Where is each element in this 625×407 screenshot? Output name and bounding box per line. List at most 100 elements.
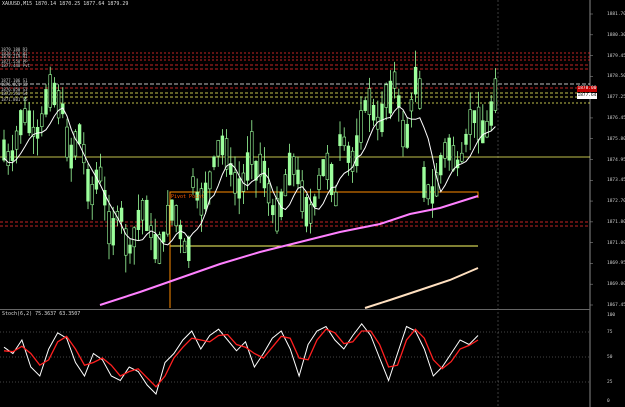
candle-body (304, 197, 309, 227)
candle-body (392, 71, 397, 89)
price-tick-label: 1878.50 (607, 74, 625, 80)
candle-body (371, 104, 376, 121)
pivot-point-label: Pivot Point (171, 194, 205, 200)
candle-body (426, 184, 430, 200)
candle-body (355, 135, 359, 167)
candle-body (27, 110, 31, 134)
oscillator-tick-label: 25 (607, 380, 613, 385)
candle-body (300, 180, 304, 212)
candle-body (199, 188, 204, 216)
candle-body (380, 103, 384, 133)
candle-body (325, 152, 330, 180)
long-moving-average (364, 267, 479, 309)
pivot-level-label: 1877.448 Pvt (1, 63, 30, 68)
candle-body (208, 171, 212, 190)
oscillator-tick-label: 0 (607, 399, 610, 404)
price-tick-label: 1876.45 (607, 115, 625, 121)
candle-body (388, 80, 393, 114)
candle-body (430, 186, 435, 204)
candle-body (40, 113, 44, 127)
candle-body (346, 145, 351, 163)
candle-body (14, 130, 19, 150)
oscillator-tick-label: 75 (607, 330, 613, 335)
candle-body (237, 178, 241, 199)
candle-body (334, 191, 338, 207)
candle-body (271, 205, 275, 216)
candle-body (313, 196, 317, 208)
candle-body (203, 182, 208, 210)
candle-body (359, 110, 363, 143)
candle-body (174, 205, 178, 227)
candle-body (258, 153, 262, 177)
candle-body (65, 126, 69, 158)
candle-body (10, 150, 15, 161)
candle-body (19, 110, 23, 136)
price-tick-label: 1867.45 (607, 303, 625, 308)
candle-body (23, 108, 27, 123)
candle-body (140, 200, 145, 221)
price-tick-label: 1879.45 (607, 53, 625, 59)
candle-body (489, 101, 493, 126)
candle-body (287, 152, 292, 186)
candle-body (405, 123, 409, 148)
candle-body (384, 84, 388, 108)
price-tick-label: 1875.80 (607, 136, 625, 142)
fast-moving-average (3, 105, 496, 246)
price-tick-label: 1872.70 (607, 199, 625, 205)
candle-body (6, 151, 10, 166)
candle-body (338, 134, 342, 147)
candle-body (266, 183, 271, 204)
stochastic-line-main (3, 322, 479, 395)
price-tick-label: 1880.30 (607, 32, 625, 38)
pane-separator (0, 309, 590, 310)
candle-body (296, 169, 300, 185)
candle-body (283, 174, 288, 197)
price-tick-label: 1873.45 (607, 178, 625, 184)
candle-body (119, 207, 124, 222)
candle-body (464, 133, 468, 145)
candle-body (245, 152, 250, 181)
candle-body (212, 156, 216, 168)
candle-body (409, 99, 414, 112)
candle-body (132, 227, 136, 248)
candle-body (317, 174, 321, 190)
pivot-level-label: 1871.801 S5 (1, 97, 28, 102)
stochastic-line-signal (3, 328, 479, 388)
oscillator-tick-label: 100 (607, 313, 616, 318)
candle-body (220, 135, 225, 156)
candle-body (128, 244, 132, 254)
price-tick-label: 1877.25 (607, 95, 625, 101)
candle-body (308, 204, 313, 224)
candle-body (292, 156, 296, 175)
candle-body (56, 90, 61, 119)
chart-window: XAUUSD,M15 1870.14 1870.25 1877.64 1879.… (0, 0, 625, 407)
candle-body (182, 240, 187, 253)
candle-body (447, 137, 451, 161)
candle-body (468, 109, 472, 135)
price-badge-bid: 1878.00 (577, 86, 597, 92)
price-tick-label: 1881.70 (607, 12, 625, 17)
candle-body (161, 231, 166, 243)
price-badge-ask: 1877.64 (577, 93, 597, 99)
candle-body (187, 236, 191, 262)
candle-body (191, 176, 195, 188)
candle-body (48, 74, 52, 108)
candle-body (329, 163, 334, 196)
candle-body (145, 199, 149, 231)
pivot-level-label: 1872.550 S4 (1, 91, 28, 96)
candle-body (342, 136, 346, 147)
candle-body (90, 184, 94, 206)
candle-body (493, 78, 498, 111)
candle-body (485, 121, 489, 138)
candle-body (73, 131, 78, 157)
candle-body (321, 159, 325, 177)
price-tick-label: 1871.80 (607, 219, 625, 225)
candle-body (233, 172, 237, 194)
candle-body (418, 78, 422, 109)
candle-body (472, 110, 477, 124)
candle-body (481, 120, 485, 144)
oscillator-tick-label: 50 (607, 355, 613, 360)
candle-body (52, 82, 57, 106)
candle-body (86, 169, 90, 202)
candle-body (439, 155, 443, 176)
